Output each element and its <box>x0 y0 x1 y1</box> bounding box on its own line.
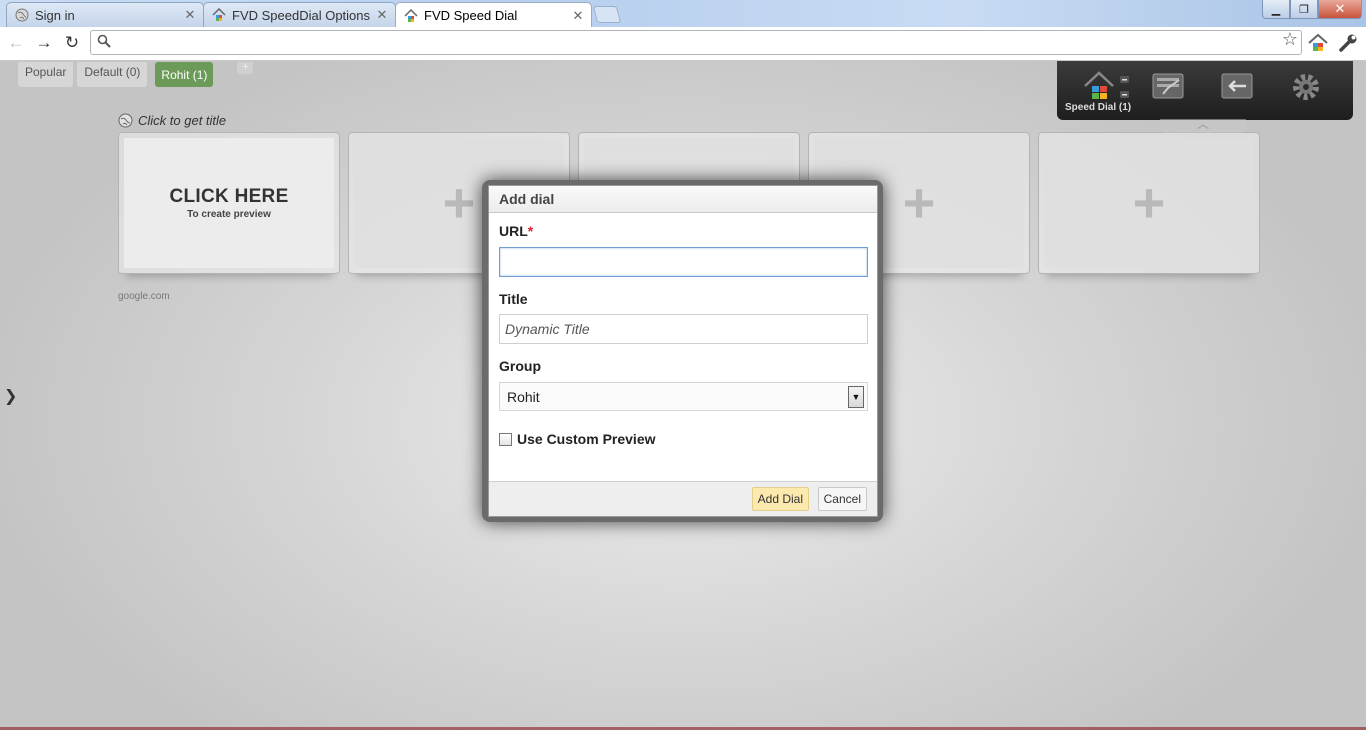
maximize-button[interactable]: ❐ <box>1290 0 1318 19</box>
group-tab-default[interactable]: Default (0) <box>77 62 148 87</box>
back-button[interactable]: ← <box>5 33 27 53</box>
chevron-up-icon: ︿ <box>1196 117 1209 131</box>
new-tab-button[interactable] <box>592 6 622 23</box>
wrench-icon[interactable] <box>1337 32 1359 54</box>
url-label-text: URL <box>499 223 528 239</box>
dialog-title: Add dial <box>489 186 877 213</box>
dialog-footer: Add Dial Cancel <box>489 481 877 516</box>
search-icon <box>97 34 111 48</box>
speed-dial-panel: Speed Dial (1) <box>1057 61 1353 120</box>
reload-button[interactable]: ↻ <box>61 33 83 53</box>
speeddial-house-icon[interactable] <box>1307 32 1329 54</box>
group-select[interactable]: Rohit ▼ <box>499 382 868 411</box>
tab-title: FVD Speed Dial <box>424 8 518 23</box>
custom-preview-checkbox[interactable] <box>499 432 512 446</box>
empty-dial-tile[interactable]: + <box>1038 132 1260 274</box>
tab-close-icon[interactable]: ✕ <box>183 7 197 23</box>
plus-icon: + <box>1132 171 1166 234</box>
dial-title-row[interactable]: Click to get title <box>118 113 226 128</box>
minimize-button[interactable]: ▁ <box>1262 0 1290 19</box>
custom-preview-row[interactable]: Use Custom Preview <box>499 431 656 447</box>
tab-title: FVD SpeedDial Options <box>232 7 371 23</box>
tab-sign-in[interactable]: Sign in ✕ <box>6 2 204 27</box>
title-input[interactable] <box>499 314 868 344</box>
create-preview-label: To create preview <box>187 209 271 220</box>
tab-title: Sign in <box>35 7 75 23</box>
speeddial-house-icon <box>212 8 226 21</box>
group-label: Group <box>499 358 541 374</box>
sidebar-expand-arrow-icon[interactable]: ❯ <box>4 386 17 406</box>
chevron-down-icon[interactable]: ▼ <box>848 385 864 408</box>
dial-tile[interactable]: CLICK HERE To create preview <box>118 132 340 274</box>
browser-toolbar: ← → ↻ ☆ <box>0 27 1366 61</box>
required-mark: * <box>527 223 534 239</box>
recently-closed-icon[interactable] <box>1210 66 1264 108</box>
window-controls: ▁ ❐ ✕ <box>1262 0 1362 19</box>
close-window-button[interactable]: ✕ <box>1318 0 1362 19</box>
speed-dial-count-label: Speed Dial (1) <box>1065 102 1132 113</box>
forward-button[interactable]: → <box>33 33 55 53</box>
dial-url: google.com <box>118 291 170 302</box>
cancel-button[interactable]: Cancel <box>817 487 867 511</box>
globe-icon <box>15 8 29 22</box>
add-group-button[interactable]: + <box>237 62 254 74</box>
dial-title: Click to get title <box>138 113 227 128</box>
globe-icon <box>118 113 133 128</box>
group-tabs: Popular Default (0) Rohit (1) + <box>18 62 254 87</box>
omnibox-input[interactable] <box>117 33 1261 54</box>
group-tab-rohit[interactable]: Rohit (1) <box>155 62 214 87</box>
url-label: URL* <box>499 223 533 239</box>
group-select-value: Rohit <box>507 388 540 405</box>
panel-collapse-handle[interactable]: ︿ <box>1160 117 1246 133</box>
tab-speeddial-options[interactable]: FVD SpeedDial Options ✕ <box>203 2 396 27</box>
title-label: Title <box>499 291 528 307</box>
tab-close-icon[interactable]: ✕ <box>375 7 389 23</box>
speeddial-house-icon <box>404 8 418 22</box>
bookmark-star-icon[interactable]: ☆ <box>1282 29 1298 50</box>
custom-preview-label: Use Custom Preview <box>517 431 656 447</box>
add-dial-dialog: Add dial URL* Title Group Rohit ▼ Use Cu… <box>488 185 878 517</box>
most-visited-icon[interactable] <box>1141 66 1195 108</box>
omnibox[interactable] <box>90 30 1302 55</box>
url-input[interactable] <box>499 247 868 277</box>
title-bar: Sign in ✕ FVD SpeedDial Options ✕ FVD Sp… <box>0 0 1366 28</box>
click-here-label: CLICK HERE <box>169 186 289 207</box>
settings-gear-icon[interactable] <box>1279 66 1333 108</box>
tab-fvd-speed-dial[interactable]: FVD Speed Dial ✕ <box>395 2 592 28</box>
add-dial-button[interactable]: Add Dial <box>751 487 809 511</box>
group-tab-popular[interactable]: Popular <box>18 62 74 87</box>
tab-close-icon[interactable]: ✕ <box>571 8 585 24</box>
